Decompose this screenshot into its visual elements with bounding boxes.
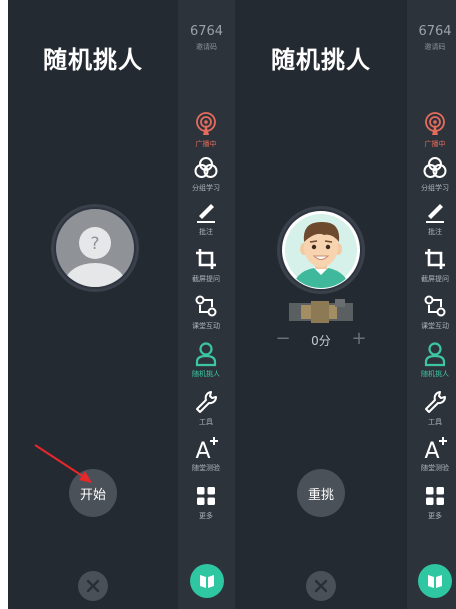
wrench-icon (196, 391, 218, 413)
invite-code-label: 邀请码 (196, 43, 217, 51)
page-title: 随机挑人 (43, 46, 143, 74)
wrench-icon (425, 391, 447, 413)
tool-broadcast[interactable]: 广播中 (184, 111, 228, 149)
tool-random-pick[interactable]: 随机挑人 (413, 341, 456, 379)
tool-screenshot-question[interactable]: 截屏提问 (413, 246, 456, 284)
tool-label: 截屏提问 (421, 275, 449, 283)
tool-group-study[interactable]: 分组学习 (413, 155, 456, 193)
tool-label: 批注 (428, 228, 442, 236)
reselect-button[interactable]: 重挑 (297, 469, 345, 517)
grid-icon (197, 487, 215, 505)
tool-label: 工具 (199, 418, 213, 426)
tool-label: 分组学习 (421, 184, 449, 192)
right-panel: 随机挑人 − 0分 + 重挑 (235, 0, 407, 609)
close-icon (86, 579, 100, 593)
quiz-icon: A (424, 437, 447, 461)
tool-label: 更多 (199, 512, 213, 520)
tool-class-interaction[interactable]: 课堂互动 (184, 293, 228, 331)
student-avatar (280, 209, 362, 291)
tool-broadcast[interactable]: 广播中 (413, 111, 456, 149)
tool-label: 分组学习 (192, 184, 220, 192)
tool-random-pick[interactable]: 随机挑人 (184, 341, 228, 379)
svg-text:A: A (195, 439, 210, 461)
close-button[interactable] (306, 571, 336, 601)
tool-label: 随堂测验 (421, 464, 449, 472)
svg-text:A: A (424, 439, 439, 461)
tool-label: 随机挑人 (421, 370, 449, 378)
interaction-icon (195, 295, 217, 317)
tool-label: 随机挑人 (192, 370, 220, 378)
tool-label: 截屏提问 (192, 275, 220, 283)
left-panel: 随机挑人 ? 开始 (8, 0, 178, 609)
tool-quiz[interactable]: A 随堂测验 (413, 435, 456, 473)
group-icon (423, 157, 447, 178)
unknown-person-icon: ? (56, 209, 134, 287)
score-value: 0分 (311, 334, 331, 348)
book-button[interactable] (418, 564, 452, 598)
tool-tools[interactable]: 工具 (184, 389, 228, 427)
page-title: 随机挑人 (271, 46, 371, 74)
close-icon (314, 579, 328, 593)
tool-label: 广播中 (195, 140, 217, 148)
book-button[interactable] (190, 564, 224, 598)
crop-icon (196, 249, 216, 269)
tool-more[interactable]: 更多 (184, 483, 228, 521)
close-button[interactable] (78, 571, 108, 601)
tool-class-interaction[interactable]: 课堂互动 (413, 293, 456, 331)
tool-tools[interactable]: 工具 (413, 389, 456, 427)
annotation-arrow (34, 444, 92, 483)
tool-more[interactable]: 更多 (413, 483, 456, 521)
right-sidebar: 6764 邀请码 广播中 分组学习 批注 截屏提问 课堂互动 随机挑人 工具 A… (407, 0, 456, 609)
svg-text:?: ? (90, 234, 99, 254)
tool-label: 工具 (428, 418, 442, 426)
pen-icon (426, 204, 444, 223)
tool-label: 随堂测验 (192, 464, 220, 472)
quiz-icon: A (195, 437, 218, 461)
tool-quiz[interactable]: A 随堂测验 (184, 435, 228, 473)
tool-annotate[interactable]: 批注 (413, 199, 456, 237)
book-icon (428, 575, 442, 588)
score-plus-button[interactable]: + (349, 329, 369, 349)
tool-screenshot-question[interactable]: 截屏提问 (184, 246, 228, 284)
group-icon (194, 157, 218, 178)
pen-icon (197, 204, 215, 223)
tool-label: 更多 (428, 512, 442, 520)
invite-code: 6764 (189, 24, 224, 39)
person-icon (195, 342, 217, 367)
tool-group-study[interactable]: 分组学习 (184, 155, 228, 193)
student-name-redacted (289, 297, 353, 327)
tool-label: 课堂互动 (421, 322, 449, 330)
tool-label: 课堂互动 (192, 322, 220, 330)
invite-code-label: 邀请码 (424, 43, 446, 51)
left-sidebar: 6764 邀请码 广播中 分组学习 批注 截屏提问 课堂互动 随机挑人 工具 A… (178, 0, 235, 609)
person-icon (424, 342, 446, 367)
tool-label: 批注 (199, 228, 213, 236)
invite-code: 6764 (418, 24, 452, 39)
grid-icon (426, 487, 444, 505)
score-minus-button[interactable]: − (273, 329, 293, 349)
interaction-icon (424, 295, 446, 317)
tool-annotate[interactable]: 批注 (184, 199, 228, 237)
broadcast-icon (196, 112, 216, 135)
crop-icon (425, 249, 445, 269)
broadcast-icon (425, 112, 445, 135)
student-face-icon (282, 211, 360, 289)
book-icon (200, 575, 214, 588)
tool-label: 广播中 (424, 140, 446, 148)
placeholder-avatar: ? (54, 207, 136, 289)
